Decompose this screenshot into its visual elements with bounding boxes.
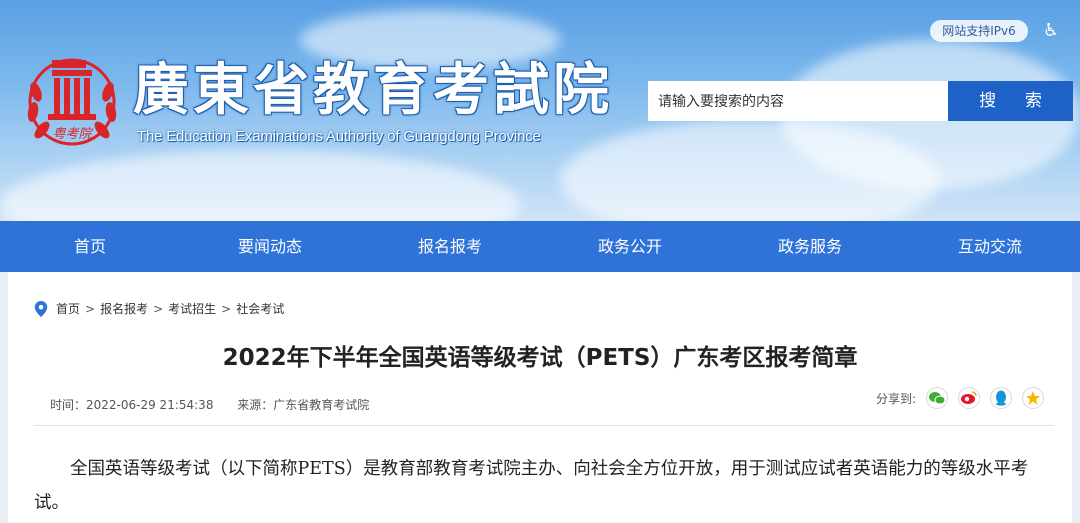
nav-item-registration[interactable]: 报名报考 [360,221,540,272]
breadcrumb-separator: > [85,301,96,316]
breadcrumb-registration[interactable]: 报名报考 [100,300,148,317]
breadcrumb-home[interactable]: 首页 [56,300,80,317]
site-header: 网站支持IPv6 ♿ 粤考院 廣東省教育考試院 The Education Ex… [0,0,1080,221]
nav-item-news[interactable]: 要闻动态 [180,221,360,272]
site-subtitle: The Education Examinations Authority of … [137,128,541,145]
breadcrumb-exam-enrollment[interactable]: 考试招生 [168,300,216,317]
qzone-icon[interactable] [1022,387,1045,409]
nav-item-interaction[interactable]: 互动交流 [900,221,1080,272]
breadcrumb-social-exams[interactable]: 社会考试 [236,300,284,317]
share-bar: 分享到: [876,387,1054,409]
article-source: 来源：广东省教育考试院 [237,398,370,412]
location-pin-icon [34,300,48,317]
breadcrumb-separator: > [221,301,232,316]
breadcrumb-separator: > [153,301,164,316]
article-panel: 首页 > 报名报考 > 考试招生 > 社会考试 2022年下半年全国英语等级考试… [8,272,1072,523]
nav-item-public-affairs[interactable]: 政务公开 [540,221,720,272]
weibo-icon[interactable] [958,387,981,409]
publish-time: 时间：2022-06-29 21:54:38 [50,398,214,412]
divider [34,425,1054,426]
main-nav: 首页 要闻动态 报名报考 政务公开 政务服务 互动交流 [0,221,1080,272]
site-logo[interactable]: 粤考院 [24,52,120,156]
site-title: 廣東省教育考試院 [133,57,613,123]
logo-text: 粤考院 [52,126,93,142]
article-title: 2022年下半年全国英语等级考试（PETS）广东考区报考简章 [222,345,858,371]
wechat-icon[interactable] [926,387,949,409]
nav-item-home[interactable]: 首页 [0,221,180,272]
search-button[interactable]: 搜 索 [948,81,1073,121]
wheelchair-icon[interactable]: ♿ [1040,19,1062,43]
ipv6-badge: 网站支持IPv6 [930,20,1028,42]
share-label: 分享到: [876,391,917,406]
nav-item-services[interactable]: 政务服务 [720,221,900,272]
article-body: 全国英语等级考试（以下简称PETS）是教育部教育考试院主办、向社会全方位开放，用… [34,459,1029,513]
search-input[interactable] [648,81,948,121]
article-meta: 时间：2022-06-29 21:54:38 来源：广东省教育考试院 [50,396,389,413]
breadcrumb: 首页 > 报名报考 > 考试招生 > 社会考试 [34,300,284,317]
qq-icon[interactable] [990,387,1013,409]
